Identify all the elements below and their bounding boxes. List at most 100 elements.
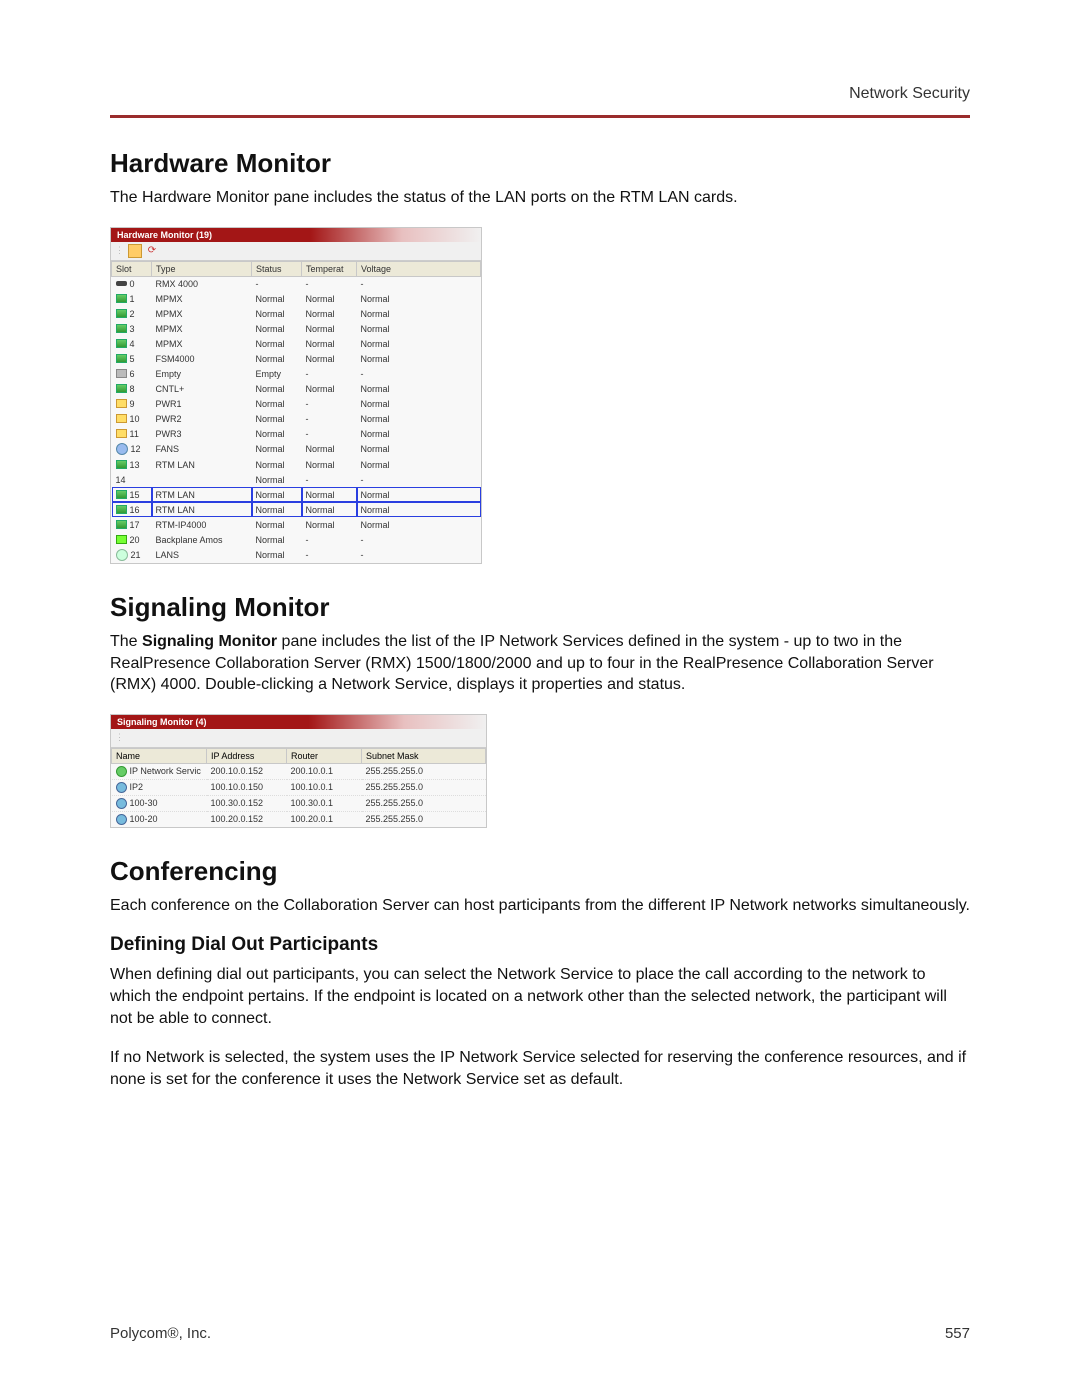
slot-icon <box>116 324 127 333</box>
temp-cell: Normal <box>302 336 357 351</box>
subnet-cell: 255.255.255.0 <box>362 763 486 779</box>
sig-col-router[interactable]: Router <box>287 748 362 763</box>
slot-number: 5 <box>130 354 135 364</box>
service-name: IP2 <box>130 782 144 792</box>
service-name: IP Network Servic <box>130 766 201 776</box>
temp-cell: Normal <box>302 381 357 396</box>
status-cell: Normal <box>252 336 302 351</box>
table-row[interactable]: 5FSM4000NormalNormalNormal <box>112 351 481 366</box>
hw-col-volt[interactable]: Voltage <box>357 261 481 276</box>
sig-col-ip[interactable]: IP Address <box>207 748 287 763</box>
slot-icon <box>116 309 127 318</box>
hardware-monitor-heading: Hardware Monitor <box>110 148 970 179</box>
toolbar-grip: ⋮ <box>115 245 124 256</box>
volt-cell: - <box>357 366 481 381</box>
volt-cell: Normal <box>357 351 481 366</box>
slot-number: 14 <box>116 475 126 485</box>
hw-col-status[interactable]: Status <box>252 261 302 276</box>
network-icon <box>116 798 127 809</box>
temp-cell: Normal <box>302 517 357 532</box>
conferencing-intro: Each conference on the Collaboration Ser… <box>110 895 970 917</box>
network-icon <box>116 814 127 825</box>
temp-cell: - <box>302 396 357 411</box>
table-row[interactable]: IP Network Servic200.10.0.152200.10.0.12… <box>112 763 486 779</box>
table-row[interactable]: 3MPMXNormalNormalNormal <box>112 321 481 336</box>
table-row[interactable]: 0RMX 4000--- <box>112 276 481 291</box>
volt-cell: Normal <box>357 381 481 396</box>
slot-icon <box>116 460 127 469</box>
table-row[interactable]: 11PWR3Normal-Normal <box>112 426 481 441</box>
hw-titlebar: Hardware Monitor (19) <box>111 228 481 242</box>
temp-cell: Normal <box>302 306 357 321</box>
footer-company: Polycom®, Inc. <box>110 1325 211 1342</box>
slot-icon <box>116 354 127 363</box>
refresh-icon[interactable]: ⟳ <box>146 245 158 257</box>
status-cell: Normal <box>252 411 302 426</box>
status-cell: Normal <box>252 351 302 366</box>
service-name: 100-30 <box>130 798 158 808</box>
sig-table: Name IP Address Router Subnet Mask IP Ne… <box>111 748 486 827</box>
status-cell: Normal <box>252 396 302 411</box>
status-cell: Normal <box>252 321 302 336</box>
ip-cell: 200.10.0.152 <box>207 763 287 779</box>
type-cell: RMX 4000 <box>152 276 252 291</box>
status-cell: Normal <box>252 291 302 306</box>
subnet-cell: 255.255.255.0 <box>362 811 486 827</box>
type-cell: CNTL+ <box>152 381 252 396</box>
table-row[interactable]: 100-20100.20.0.152100.20.0.1255.255.255.… <box>112 811 486 827</box>
slot-number: 8 <box>130 384 135 394</box>
table-row[interactable]: 10PWR2Normal-Normal <box>112 411 481 426</box>
table-row[interactable]: 16RTM LANNormalNormalNormal <box>112 502 481 517</box>
table-row[interactable]: IP2100.10.0.150100.10.0.1255.255.255.0 <box>112 779 486 795</box>
table-row[interactable]: 20Backplane AmosNormal-- <box>112 532 481 547</box>
table-row[interactable]: 15RTM LANNormalNormalNormal <box>112 487 481 502</box>
sig-toolbar: ⋮ <box>111 729 486 748</box>
volt-cell: Normal <box>357 411 481 426</box>
header-rule <box>110 115 970 118</box>
status-cell: Normal <box>252 381 302 396</box>
footer-page-number: 557 <box>945 1325 970 1342</box>
table-row[interactable]: 4MPMXNormalNormalNormal <box>112 336 481 351</box>
sig-intro-bold: Signaling Monitor <box>142 633 277 650</box>
hw-table: Slot Type Status Temperat Voltage 0 RMX 4… <box>111 261 481 564</box>
table-row[interactable]: 13RTM LANNormalNormalNormal <box>112 457 481 472</box>
type-cell: PWR3 <box>152 426 252 441</box>
slot-icon <box>116 384 127 393</box>
sig-header-row: Name IP Address Router Subnet Mask <box>112 748 486 763</box>
volt-cell: Normal <box>357 396 481 411</box>
slot-number: 21 <box>131 550 141 560</box>
table-row[interactable]: 100-30100.30.0.152100.30.0.1255.255.255.… <box>112 795 486 811</box>
table-row[interactable]: 9PWR1Normal-Normal <box>112 396 481 411</box>
table-row[interactable]: 8CNTL+NormalNormalNormal <box>112 381 481 396</box>
ip-cell: 100.10.0.150 <box>207 779 287 795</box>
sig-col-name[interactable]: Name <box>112 748 207 763</box>
type-cell: PWR2 <box>152 411 252 426</box>
temp-cell: Normal <box>302 291 357 306</box>
table-row[interactable]: 2MPMXNormalNormalNormal <box>112 306 481 321</box>
type-cell: FANS <box>152 441 252 457</box>
table-row[interactable]: 17RTM-IP4000NormalNormalNormal <box>112 517 481 532</box>
hw-col-type[interactable]: Type <box>152 261 252 276</box>
slot-number: 0 <box>130 279 135 289</box>
folder-icon[interactable] <box>128 244 142 258</box>
table-row[interactable]: 12FANSNormalNormalNormal <box>112 441 481 457</box>
slot-icon <box>116 429 127 438</box>
slot-number: 15 <box>130 490 140 500</box>
sig-col-subnet[interactable]: Subnet Mask <box>362 748 486 763</box>
temp-cell: - <box>302 366 357 381</box>
status-cell: Normal <box>252 426 302 441</box>
table-row[interactable]: 6EmptyEmpty-- <box>112 366 481 381</box>
volt-cell: Normal <box>357 336 481 351</box>
volt-cell: - <box>357 472 481 487</box>
table-row[interactable]: 14Normal-- <box>112 472 481 487</box>
volt-cell: - <box>357 532 481 547</box>
hw-col-temp[interactable]: Temperat <box>302 261 357 276</box>
hw-col-slot[interactable]: Slot <box>112 261 152 276</box>
table-row[interactable]: 21LANSNormal-- <box>112 547 481 563</box>
temp-cell: - <box>302 276 357 291</box>
type-cell: LANS <box>152 547 252 563</box>
subnet-cell: 255.255.255.0 <box>362 779 486 795</box>
header-section-label: Network Security <box>110 85 970 103</box>
slot-icon <box>116 414 127 423</box>
table-row[interactable]: 1MPMXNormalNormalNormal <box>112 291 481 306</box>
